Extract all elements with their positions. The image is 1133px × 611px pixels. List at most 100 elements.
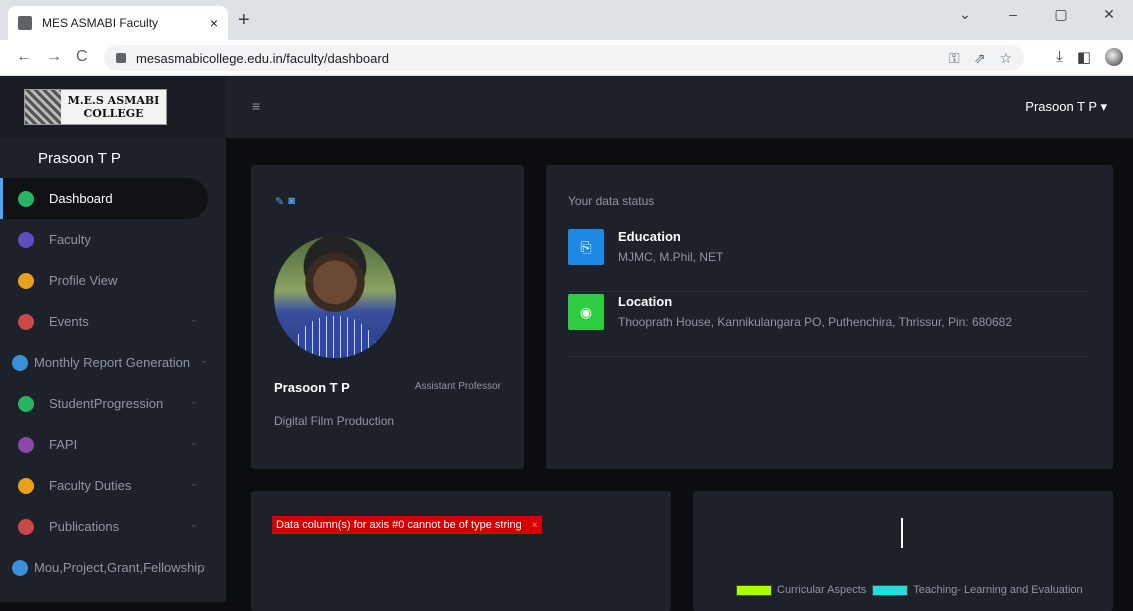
sidebar-item-label: Monthly Report Generation	[34, 355, 191, 370]
chevron-down-icon: ⌄	[189, 519, 198, 530]
brand-area: M.E.S ASMABI COLLEGE	[0, 76, 226, 138]
menu-icon	[18, 436, 34, 453]
sidebar-item-label: Publications	[49, 519, 120, 534]
sidebar: M.E.S ASMABI COLLEGE Prasoon T P Dashboa…	[0, 76, 226, 602]
location-value: Thooprath House, Kannikulangara PO, Puth…	[618, 315, 1013, 329]
download-icon[interactable]: ⤓	[1056, 48, 1063, 66]
profile-department: Digital Film Production	[274, 414, 395, 428]
chevron-down-icon: ⌄	[189, 396, 198, 407]
legend-swatch-curricular	[736, 584, 772, 596]
sidebar-item-faculty[interactable]: Faculty	[0, 219, 226, 260]
browser-tabbar: MES ASMABI Faculty × + ⌄ – ▢ ✕	[0, 0, 1133, 40]
menu-icon	[18, 518, 34, 535]
new-tab-button[interactable]: +	[238, 9, 250, 32]
menu-icon	[12, 354, 28, 371]
share-icon[interactable]: ⇗	[974, 50, 986, 67]
logo-line1: M.E.S ASMABI	[67, 94, 160, 107]
data-status-card: Your data status ⎘ Education MJMC, M.Phi…	[546, 165, 1113, 469]
location-pin-icon: ◉	[568, 294, 604, 330]
chevron-down-icon: ⌄	[199, 560, 208, 571]
education-icon: ⎘	[568, 229, 604, 265]
edit-user-icon[interactable]: ✎	[275, 195, 284, 208]
location-row: ◉ Location Thooprath House, Kannikulanga…	[568, 294, 1088, 357]
menu-icon	[18, 272, 34, 289]
sidebar-item-publications[interactable]: Publications ⌄	[0, 506, 226, 547]
chart-legend: Curricular Aspects Teaching- Learning an…	[730, 584, 1083, 596]
legend-label-teaching: Teaching- Learning and Evaluation	[913, 584, 1083, 596]
url-text: mesasmabicollege.edu.in/faculty/dashboar…	[136, 50, 389, 66]
top-bar: ≡ Prasoon T P ▾	[226, 76, 1133, 138]
sidebar-item-events[interactable]: Events ⌄	[0, 301, 226, 342]
address-bar[interactable]: mesasmabicollege.edu.in/faculty/dashboar…	[104, 45, 1024, 71]
back-button[interactable]: ←	[16, 48, 32, 66]
chevron-down-icon: ⌄	[189, 478, 198, 489]
menu-icon	[18, 395, 34, 412]
sidebar-item-faculty-duties[interactable]: Faculty Duties ⌄	[0, 465, 226, 506]
chart-card-left: Data column(s) for axis #0 cannot be of …	[251, 491, 671, 611]
camera-icon[interactable]: ◙	[288, 195, 295, 208]
sidebar-item-label: Profile View	[49, 273, 118, 288]
minimize-icon[interactable]: –	[989, 6, 1037, 23]
sidebar-item-profile-view[interactable]: Profile View	[0, 260, 226, 301]
sidebar-item-label: Mou,Project,Grant,Fellowship	[34, 560, 205, 575]
reload-button[interactable]: C	[76, 48, 88, 66]
browser-toolbar: ← → C mesasmabicollege.edu.in/faculty/da…	[0, 40, 1133, 76]
sidebar-item-label: Events	[49, 314, 89, 329]
hamburger-icon[interactable]: ≡	[252, 98, 260, 114]
profile-photo	[274, 236, 396, 358]
favicon-icon	[18, 16, 32, 30]
logo-crest	[25, 90, 61, 124]
text-cursor	[901, 518, 903, 548]
menu-icon	[18, 477, 34, 494]
profile-avatar[interactable]	[1105, 48, 1123, 66]
window-controls: ⌄ – ▢ ✕	[941, 6, 1133, 23]
sidebar-item-fapi[interactable]: FAPI ⌄	[0, 424, 226, 465]
profile-role: Assistant Professor	[414, 381, 501, 392]
sidebar-item-mou-project-grant-fellowship[interactable]: Mou,Project,Grant,Fellowship ⌄	[0, 547, 226, 588]
sidebar-item-label: Faculty	[49, 232, 91, 247]
sidebar-menu: Dashboard Faculty Profile View Events ⌄ Month…	[0, 178, 226, 588]
location-label: Location	[618, 294, 673, 309]
menu-icon	[18, 190, 34, 207]
logo-line2: COLLEGE	[83, 107, 144, 120]
status-title: Your data status	[568, 194, 655, 208]
maximize-icon[interactable]: ▢	[1037, 6, 1085, 23]
education-label: Education	[618, 229, 681, 244]
chart-card-right: Curricular Aspects Teaching- Learning an…	[693, 491, 1113, 611]
sidebar-item-label: StudentProgression	[49, 396, 164, 411]
close-window-icon[interactable]: ✕	[1085, 6, 1133, 23]
education-value: MJMC, M.Phil, NET	[618, 250, 724, 264]
key-icon[interactable]: ⚿	[949, 50, 960, 67]
error-close-icon[interactable]: ×	[532, 520, 538, 531]
menu-icon	[18, 231, 34, 248]
browser-tab[interactable]: MES ASMABI Faculty ×	[8, 6, 228, 40]
chevron-down-icon: ⌄	[189, 314, 198, 325]
education-row: ⎘ Education MJMC, M.Phil, NET	[568, 229, 1088, 292]
chevron-down-icon: ⌄	[189, 437, 198, 448]
menu-icon	[12, 559, 28, 576]
sidepanel-icon[interactable]: ◧	[1077, 48, 1091, 66]
lock-icon[interactable]	[116, 53, 126, 63]
chart-error-text: Data column(s) for axis #0 cannot be of …	[276, 519, 522, 531]
legend-label-curricular: Curricular Aspects	[777, 584, 867, 596]
sidebar-item-label: FAPI	[49, 437, 78, 452]
sidebar-item-dashboard[interactable]: Dashboard	[0, 178, 208, 219]
sidebar-item-monthly-report-generation[interactable]: Monthly Report Generation ⌄	[0, 342, 226, 383]
chart-error-message: Data column(s) for axis #0 cannot be of …	[272, 516, 542, 534]
chevron-down-icon: ⌄	[199, 355, 208, 366]
college-logo[interactable]: M.E.S ASMABI COLLEGE	[24, 89, 167, 125]
tab-title: MES ASMABI Faculty	[42, 16, 159, 30]
legend-swatch-teaching	[872, 584, 909, 596]
menu-icon	[18, 313, 34, 330]
sidebar-item-label: Faculty Duties	[49, 478, 132, 493]
tab-search-icon[interactable]: ⌄	[941, 6, 989, 23]
sidebar-user-name: Prasoon T P	[38, 149, 121, 167]
profile-name: Prasoon T P	[274, 380, 350, 395]
main-content: ✎ ◙ Prasoon T P Assistant Professor Digi…	[226, 138, 1133, 611]
star-icon[interactable]: ☆	[999, 50, 1012, 67]
forward-button[interactable]: →	[46, 48, 62, 66]
sidebar-item-studentprogression[interactable]: StudentProgression ⌄	[0, 383, 226, 424]
tab-close-icon[interactable]: ×	[210, 15, 218, 31]
profile-card: ✎ ◙ Prasoon T P Assistant Professor Digi…	[251, 165, 524, 469]
user-dropdown[interactable]: Prasoon T P ▾	[1025, 99, 1107, 115]
